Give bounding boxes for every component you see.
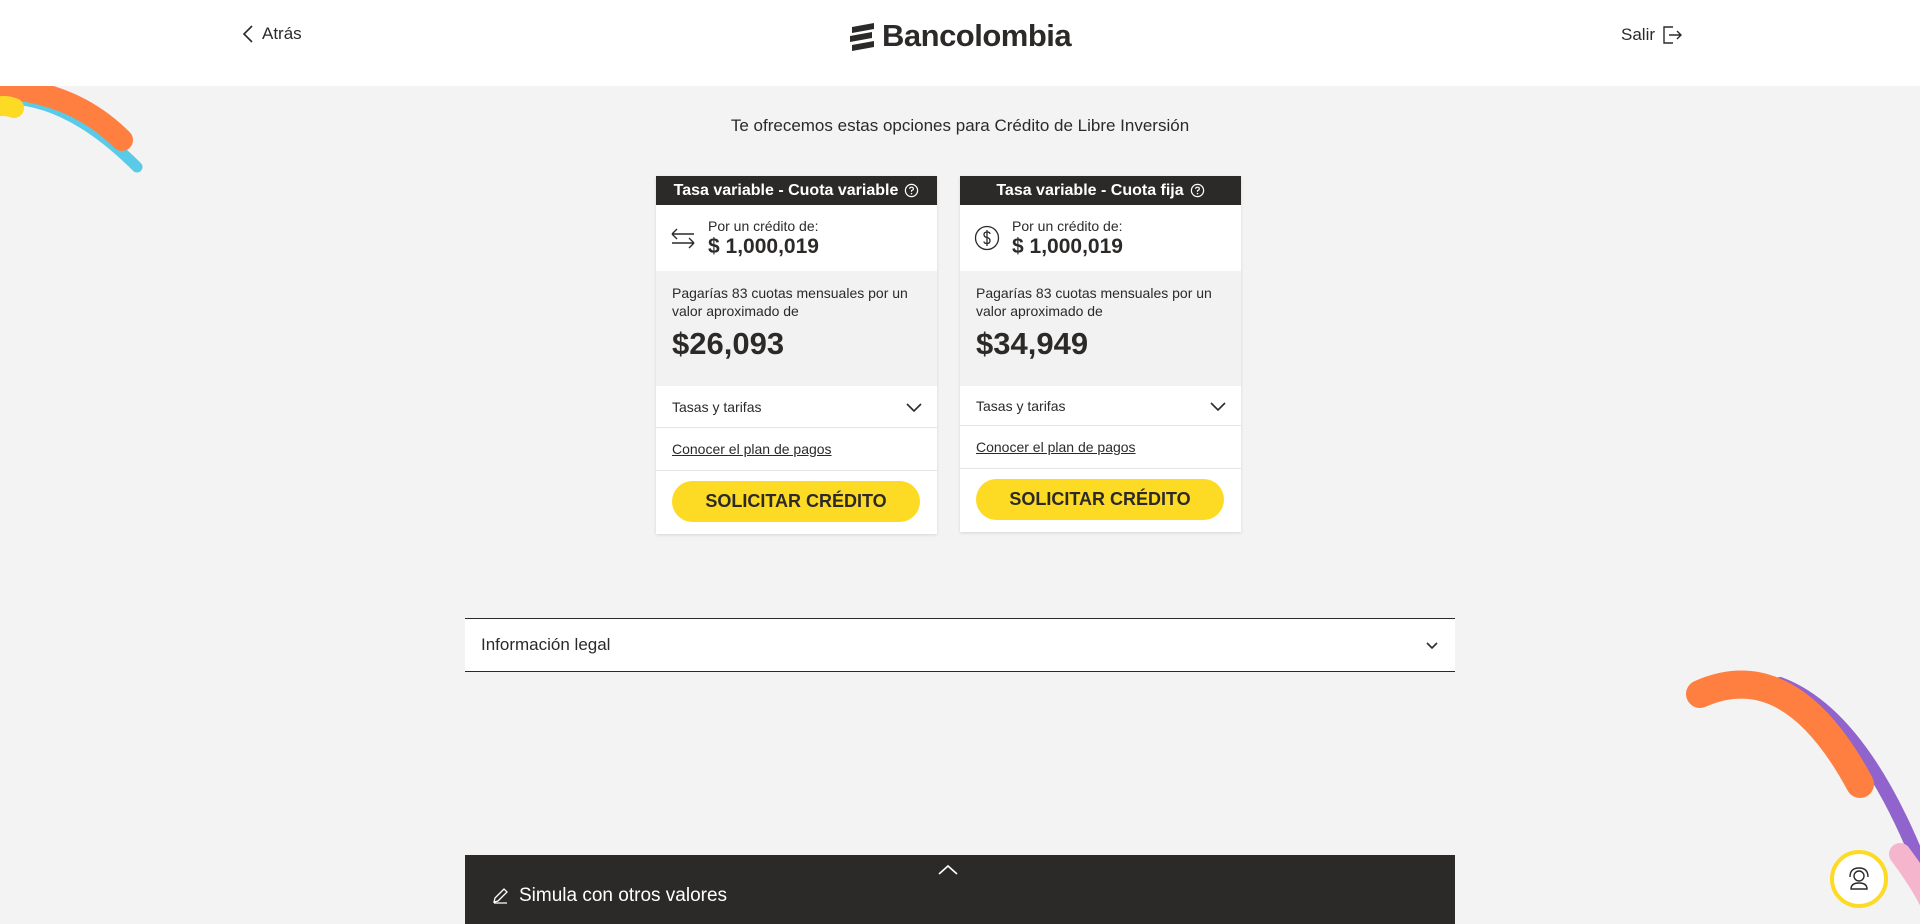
exit-button[interactable]: Salir — [1621, 24, 1683, 46]
rates-accordion[interactable]: Tasas y tarifas — [960, 386, 1241, 426]
payment-section: Pagarías 83 cuotas mensuales por un valo… — [960, 271, 1241, 386]
payment-section: Pagarías 83 cuotas mensuales por un valo… — [656, 271, 937, 386]
support-agent-icon — [1849, 867, 1869, 890]
arrows-exchange-icon — [671, 228, 695, 249]
decorative-swoosh-top-left — [0, 80, 143, 173]
rates-label: Tasas y tarifas — [672, 398, 762, 415]
bancolombia-logo: Bancolombia — [848, 18, 1072, 54]
credit-option-card-variable: Tasa variable - Cuota variable Por un cr… — [656, 176, 937, 534]
chevron-down-icon — [1210, 401, 1226, 411]
chevron-up-icon[interactable] — [937, 863, 959, 877]
credit-amount: $ 1,000,019 — [708, 234, 819, 258]
payment-plan-link[interactable]: Conocer el plan de pagos — [960, 426, 1241, 469]
simulate-other-values-button[interactable]: Simula con otros valores — [491, 885, 727, 907]
payment-amount: $26,093 — [672, 326, 785, 361]
card-title: Tasa variable - Cuota fija — [996, 181, 1184, 199]
back-label: Atrás — [262, 24, 302, 43]
card-title: Tasa variable - Cuota variable — [673, 181, 899, 199]
credit-option-card-fixed: Tasa variable - Cuota fija Por un crédit… — [960, 176, 1241, 532]
rates-accordion[interactable]: Tasas y tarifas — [656, 386, 937, 428]
request-credit-button[interactable]: SOLICITAR CRÉDITO — [976, 479, 1224, 520]
help-circle-icon[interactable] — [904, 183, 919, 198]
help-circle-icon[interactable] — [1190, 183, 1205, 198]
rates-label: Tasas y tarifas — [976, 397, 1066, 414]
chevron-down-icon — [1426, 642, 1438, 650]
request-credit-button[interactable]: SOLICITAR CRÉDITO — [672, 481, 920, 522]
credit-amount: $ 1,000,019 — [1012, 234, 1123, 258]
payment-description: Pagarías 83 cuotas mensuales por un valo… — [976, 285, 1212, 319]
credit-label: Por un crédito de: — [708, 217, 819, 234]
bancolombia-logo-icon — [850, 23, 874, 51]
dollar-circle-icon — [974, 225, 1000, 251]
credit-amount-section: Por un crédito de: $ 1,000,019 — [656, 205, 937, 271]
payment-plan-link[interactable]: Conocer el plan de pagos — [656, 428, 937, 471]
credit-amount-section: Por un crédito de: $ 1,000,019 — [960, 205, 1241, 271]
credit-label: Por un crédito de: — [1012, 217, 1123, 234]
logout-icon — [1663, 26, 1683, 44]
top-bar: Atrás Bancolombia Salir — [0, 0, 1920, 86]
back-button[interactable]: Atrás — [242, 24, 302, 44]
payment-description: Pagarías 83 cuotas mensuales por un valo… — [672, 285, 908, 319]
logo-text: Bancolombia — [882, 18, 1072, 53]
exit-label: Salir — [1621, 25, 1656, 44]
payment-amount: $34,949 — [976, 326, 1089, 361]
simulate-panel: Simula con otros valores — [465, 855, 1455, 924]
card-header: Tasa variable - Cuota fija — [960, 176, 1241, 205]
legal-info-accordion[interactable]: Información legal — [465, 618, 1455, 672]
chevron-down-icon — [906, 402, 922, 412]
card-header: Tasa variable - Cuota variable — [656, 176, 937, 205]
pencil-icon — [493, 888, 508, 904]
legal-info-label: Información legal — [481, 635, 611, 654]
chevron-left-icon — [242, 25, 253, 43]
page-subtitle: Te ofrecemos estas opciones para Crédito… — [730, 116, 1190, 135]
simulate-label: Simula con otros valores — [519, 885, 728, 906]
help-chat-button[interactable] — [1830, 850, 1888, 908]
